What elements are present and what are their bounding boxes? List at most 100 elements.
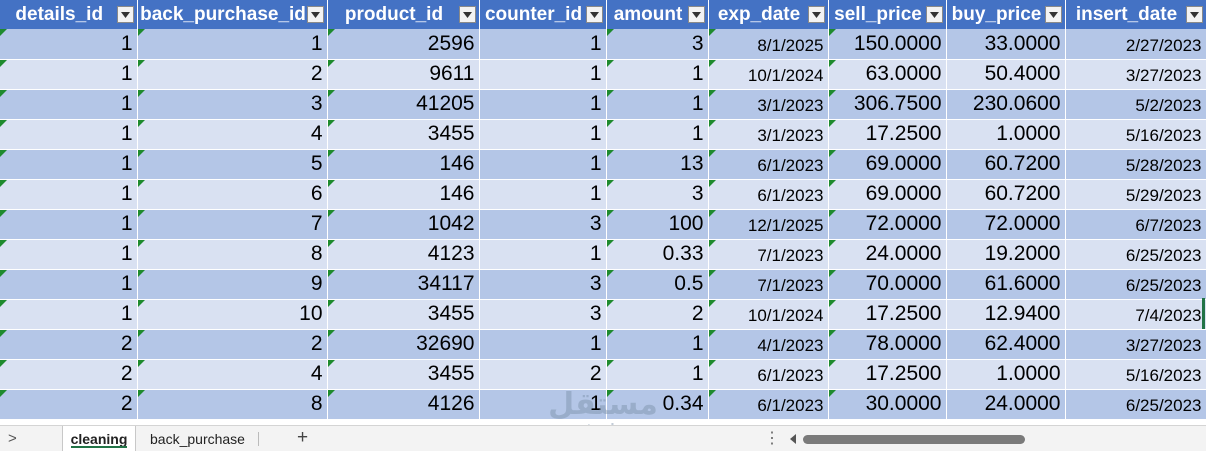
cell-exp-date[interactable]: 6/1/2023 bbox=[708, 389, 829, 420]
cell-counter-id[interactable]: 1 bbox=[479, 329, 607, 360]
cell-buy-price[interactable]: 60.7200 bbox=[946, 179, 1066, 210]
sheet-nav-next-icon[interactable]: > bbox=[8, 430, 17, 447]
cell-details-id[interactable]: 1 bbox=[0, 179, 138, 210]
cell-back-purchase-id[interactable]: 8 bbox=[137, 239, 328, 270]
cell-details-id[interactable]: 2 bbox=[0, 359, 138, 390]
filter-dropdown-icon[interactable] bbox=[458, 6, 476, 23]
cell-product-id[interactable]: 3455 bbox=[327, 359, 480, 390]
column-header-exp-date[interactable]: exp_date bbox=[708, 0, 829, 29]
cell-back-purchase-id[interactable]: 6 bbox=[137, 179, 328, 210]
cell-product-id[interactable]: 4126 bbox=[327, 389, 480, 420]
cell-insert-date[interactable]: 2/27/2023 bbox=[1065, 29, 1206, 60]
cell-details-id[interactable]: 1 bbox=[0, 239, 138, 270]
sheet-tab-cleaning[interactable]: cleaning bbox=[62, 426, 136, 451]
cell-amount[interactable]: 1 bbox=[606, 119, 709, 150]
cell-details-id[interactable]: 1 bbox=[0, 149, 138, 180]
cell-amount[interactable]: 100 bbox=[606, 209, 709, 240]
cell-product-id[interactable]: 2596 bbox=[327, 29, 480, 60]
column-header-insert-date[interactable]: insert_date bbox=[1065, 0, 1206, 29]
cell-details-id[interactable]: 1 bbox=[0, 299, 138, 330]
cell-insert-date[interactable]: 3/27/2023 bbox=[1065, 59, 1206, 90]
column-header-counter-id[interactable]: counter_id bbox=[479, 0, 607, 29]
cell-insert-date[interactable]: 6/25/2023 bbox=[1065, 269, 1206, 300]
cell-product-id[interactable]: 3455 bbox=[327, 119, 480, 150]
cell-counter-id[interactable]: 1 bbox=[479, 89, 607, 120]
cell-product-id[interactable]: 3455 bbox=[327, 299, 480, 330]
cell-buy-price[interactable]: 1.0000 bbox=[946, 359, 1066, 390]
cell-buy-price[interactable]: 1.0000 bbox=[946, 119, 1066, 150]
add-sheet-icon[interactable]: + bbox=[297, 427, 308, 449]
cell-buy-price[interactable]: 33.0000 bbox=[946, 29, 1066, 60]
cell-counter-id[interactable]: 3 bbox=[479, 299, 607, 330]
cell-product-id[interactable]: 146 bbox=[327, 149, 480, 180]
cell-back-purchase-id[interactable]: 1 bbox=[137, 29, 328, 60]
cell-buy-price[interactable]: 61.6000 bbox=[946, 269, 1066, 300]
cell-details-id[interactable]: 1 bbox=[0, 29, 138, 60]
column-header-details-id[interactable]: details_id bbox=[0, 0, 138, 29]
cell-buy-price[interactable]: 19.2000 bbox=[946, 239, 1066, 270]
cell-counter-id[interactable]: 1 bbox=[479, 59, 607, 90]
scroll-left-icon[interactable] bbox=[790, 434, 796, 444]
cell-counter-id[interactable]: 1 bbox=[479, 389, 607, 420]
column-header-sell-price[interactable]: sell_price bbox=[828, 0, 947, 29]
column-header-product-id[interactable]: product_id bbox=[327, 0, 480, 29]
cell-exp-date[interactable]: 3/1/2023 bbox=[708, 89, 829, 120]
cell-amount[interactable]: 1 bbox=[606, 359, 709, 390]
filter-dropdown-icon[interactable] bbox=[306, 6, 324, 23]
cell-exp-date[interactable]: 3/1/2023 bbox=[708, 119, 829, 150]
cell-sell-price[interactable]: 17.2500 bbox=[828, 119, 947, 150]
cell-insert-date[interactable]: 6/25/2023 bbox=[1065, 389, 1206, 420]
cell-insert-date[interactable]: 7/4/2023 bbox=[1065, 299, 1206, 330]
cell-back-purchase-id[interactable]: 5 bbox=[137, 149, 328, 180]
cell-product-id[interactable]: 1042 bbox=[327, 209, 480, 240]
cell-details-id[interactable]: 2 bbox=[0, 389, 138, 420]
cell-amount[interactable]: 13 bbox=[606, 149, 709, 180]
cell-exp-date[interactable]: 4/1/2023 bbox=[708, 329, 829, 360]
cell-exp-date[interactable]: 7/1/2023 bbox=[708, 239, 829, 270]
cell-details-id[interactable]: 2 bbox=[0, 329, 138, 360]
cell-amount[interactable]: 3 bbox=[606, 179, 709, 210]
filter-dropdown-icon[interactable] bbox=[116, 6, 134, 23]
cell-counter-id[interactable]: 2 bbox=[479, 359, 607, 390]
cell-exp-date[interactable]: 10/1/2024 bbox=[708, 299, 829, 330]
column-header-buy-price[interactable]: buy_price bbox=[946, 0, 1066, 29]
cell-sell-price[interactable]: 78.0000 bbox=[828, 329, 947, 360]
cell-sell-price[interactable]: 17.2500 bbox=[828, 359, 947, 390]
filter-dropdown-icon[interactable] bbox=[687, 6, 705, 23]
cell-sell-price[interactable]: 24.0000 bbox=[828, 239, 947, 270]
cell-amount[interactable]: 3 bbox=[606, 29, 709, 60]
cell-details-id[interactable]: 1 bbox=[0, 209, 138, 240]
cell-exp-date[interactable]: 7/1/2023 bbox=[708, 269, 829, 300]
cell-exp-date[interactable]: 6/1/2023 bbox=[708, 149, 829, 180]
more-options-icon[interactable]: ⋮ bbox=[764, 428, 780, 448]
cell-counter-id[interactable]: 1 bbox=[479, 119, 607, 150]
cell-exp-date[interactable]: 10/1/2024 bbox=[708, 59, 829, 90]
cell-amount[interactable]: 0.5 bbox=[606, 269, 709, 300]
cell-back-purchase-id[interactable]: 2 bbox=[137, 59, 328, 90]
cell-product-id[interactable]: 41205 bbox=[327, 89, 480, 120]
cell-exp-date[interactable]: 6/1/2023 bbox=[708, 179, 829, 210]
sheet-tab-back-purchase[interactable]: back_purchase bbox=[140, 426, 255, 451]
cell-counter-id[interactable]: 1 bbox=[479, 239, 607, 270]
cell-amount[interactable]: 1 bbox=[606, 89, 709, 120]
cell-insert-date[interactable]: 5/2/2023 bbox=[1065, 89, 1206, 120]
cell-back-purchase-id[interactable]: 8 bbox=[137, 389, 328, 420]
filter-dropdown-icon[interactable] bbox=[807, 6, 825, 23]
cell-details-id[interactable]: 1 bbox=[0, 269, 138, 300]
cell-product-id[interactable]: 4123 bbox=[327, 239, 480, 270]
cell-sell-price[interactable]: 17.2500 bbox=[828, 299, 947, 330]
cell-back-purchase-id[interactable]: 4 bbox=[137, 359, 328, 390]
column-header-back-purchase-id[interactable]: back_purchase_id bbox=[137, 0, 328, 29]
cell-counter-id[interactable]: 3 bbox=[479, 209, 607, 240]
cell-sell-price[interactable]: 69.0000 bbox=[828, 149, 947, 180]
spreadsheet-grid[interactable]: details_id back_purchase_id product_id c… bbox=[0, 0, 1206, 425]
cell-sell-price[interactable]: 69.0000 bbox=[828, 179, 947, 210]
cell-back-purchase-id[interactable]: 7 bbox=[137, 209, 328, 240]
cell-insert-date[interactable]: 5/29/2023 bbox=[1065, 179, 1206, 210]
cell-product-id[interactable]: 146 bbox=[327, 179, 480, 210]
cell-insert-date[interactable]: 6/25/2023 bbox=[1065, 239, 1206, 270]
filter-dropdown-icon[interactable] bbox=[925, 6, 943, 23]
cell-buy-price[interactable]: 62.4000 bbox=[946, 329, 1066, 360]
cell-counter-id[interactable]: 1 bbox=[479, 149, 607, 180]
cell-counter-id[interactable]: 1 bbox=[479, 179, 607, 210]
